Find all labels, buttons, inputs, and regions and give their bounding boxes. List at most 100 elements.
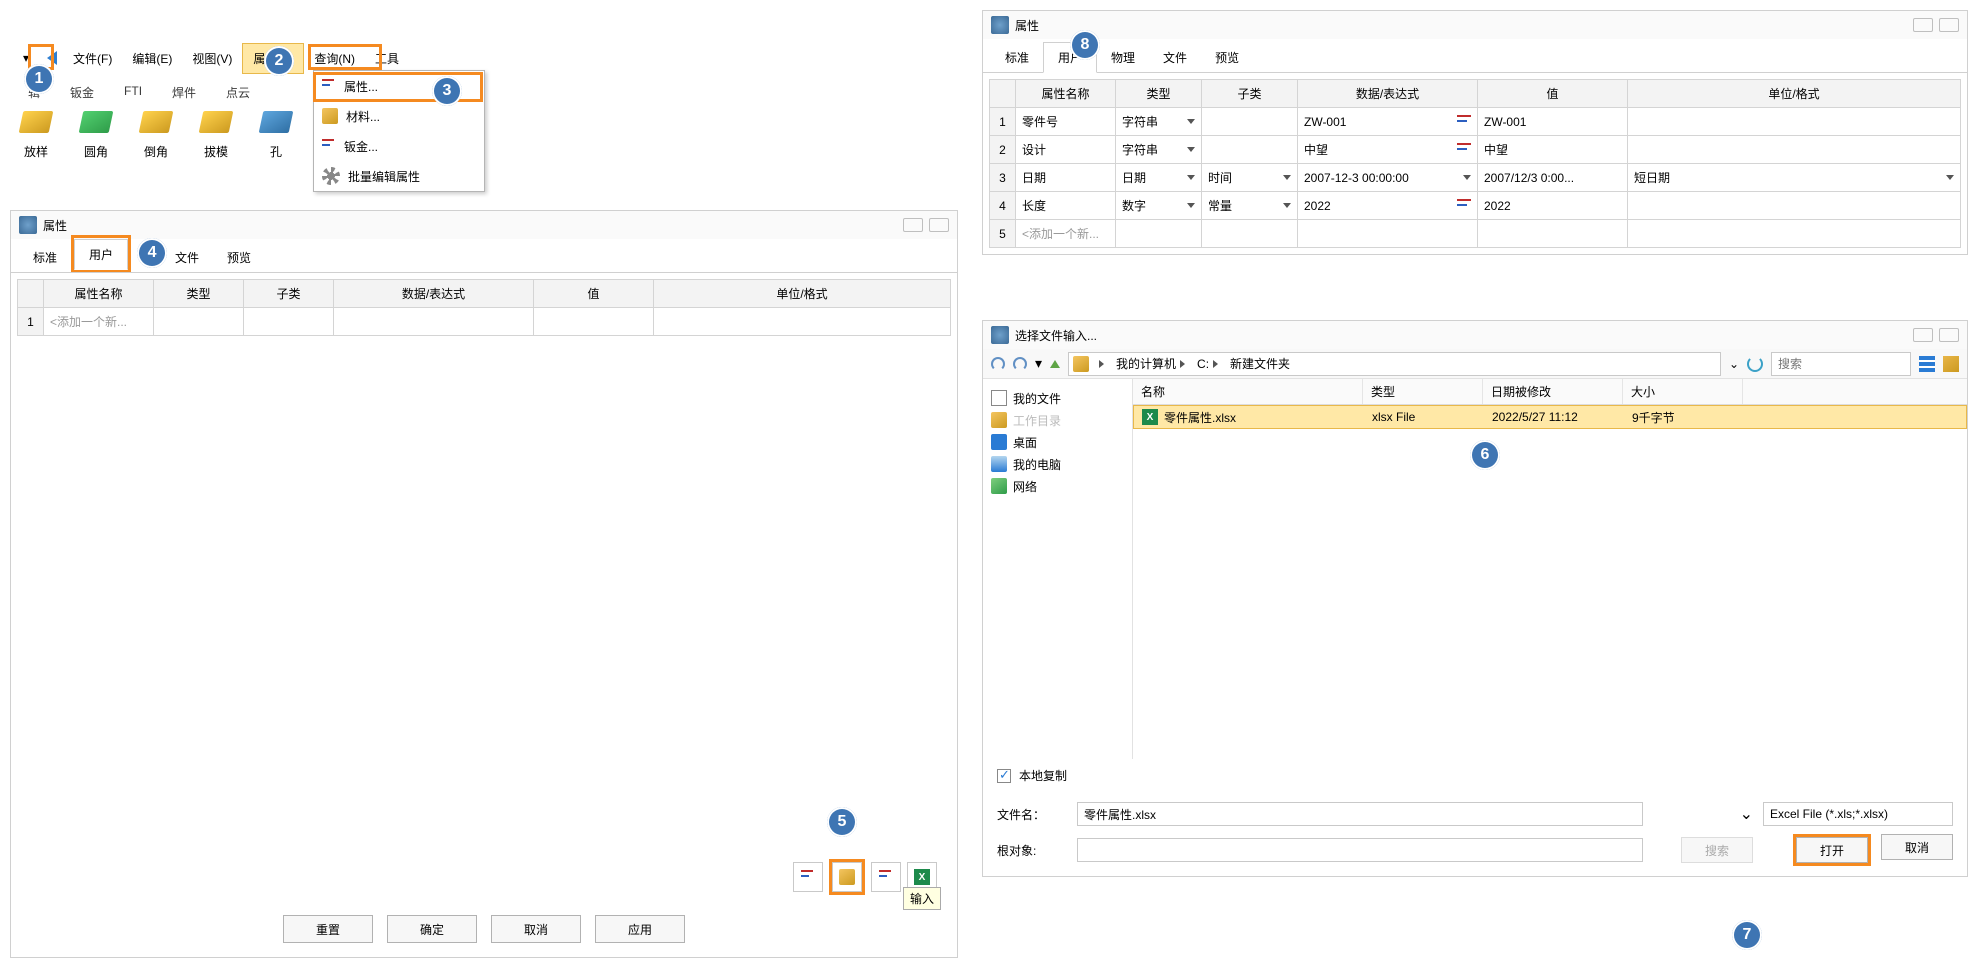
file-row[interactable]: 零件属性.xlsx xlsx File 2022/5/27 11:12 9千字节 bbox=[1133, 405, 1967, 429]
attr-side-btn-1[interactable] bbox=[793, 862, 823, 892]
restore-button[interactable] bbox=[1913, 18, 1933, 32]
filename-label: 文件名： bbox=[997, 806, 1067, 823]
menu-file[interactable]: 文件(F) bbox=[63, 44, 122, 73]
tree-item-desktop[interactable]: 桌面 bbox=[991, 431, 1124, 453]
dialog-title: 选择文件输入... bbox=[1015, 327, 1097, 344]
local-copy-label: 本地复制 bbox=[1019, 767, 1067, 784]
chevron-down-icon[interactable] bbox=[1463, 175, 1471, 180]
fx-icon[interactable] bbox=[1457, 143, 1471, 157]
submenu-item-sheetmetal[interactable]: 钣金... bbox=[314, 131, 484, 161]
tab-phys[interactable]: 物理 bbox=[1097, 43, 1149, 72]
tool-fillet[interactable]: 圆角 bbox=[70, 105, 122, 160]
palette-icon-2 bbox=[879, 870, 893, 884]
up-arrow-icon[interactable] bbox=[1050, 360, 1060, 368]
tab-preview[interactable]: 预览 bbox=[213, 243, 265, 272]
toolbar-tab-cloud[interactable]: 点云 bbox=[216, 80, 260, 105]
callout-1: 1 bbox=[24, 64, 54, 94]
callout-8: 8 bbox=[1070, 30, 1100, 60]
tab-user[interactable]: 用户 bbox=[74, 239, 128, 270]
chevron-down-icon[interactable]: ⌄ bbox=[1740, 804, 1753, 824]
submenu-item-batch[interactable]: 批量编辑属性 bbox=[314, 161, 484, 191]
chevron-down-icon[interactable] bbox=[1946, 175, 1954, 180]
menu-edit[interactable]: 编辑(E) bbox=[122, 44, 182, 73]
callout-7: 7 bbox=[1732, 920, 1762, 950]
redo-icon[interactable] bbox=[1013, 357, 1027, 371]
chevron-down-icon[interactable] bbox=[1187, 203, 1195, 208]
chevron-down-icon[interactable] bbox=[1187, 119, 1195, 124]
local-copy-checkbox[interactable] bbox=[997, 769, 1011, 783]
chevron-down-icon[interactable] bbox=[1187, 147, 1195, 152]
add-new-attr[interactable]: <添加一个新... bbox=[1016, 220, 1116, 248]
restore-button[interactable] bbox=[903, 218, 923, 232]
fx-icon[interactable] bbox=[1457, 115, 1471, 129]
table-row: 2 设计 字符串 中望 中望 bbox=[990, 136, 1961, 164]
search-input[interactable] bbox=[1771, 352, 1911, 376]
chevron-down-icon[interactable] bbox=[1283, 175, 1291, 180]
open-button[interactable]: 打开 bbox=[1796, 837, 1868, 863]
dialog-icon bbox=[19, 216, 37, 234]
refresh-icon[interactable] bbox=[1747, 356, 1763, 372]
chevron-down-icon[interactable] bbox=[1187, 175, 1195, 180]
material-icon bbox=[322, 108, 338, 124]
callout-6: 6 bbox=[1470, 440, 1500, 470]
tool-chamfer[interactable]: 倒角 bbox=[130, 105, 182, 160]
tab-file[interactable]: 文件 bbox=[1149, 43, 1201, 72]
restore-button[interactable] bbox=[1913, 328, 1933, 342]
reset-button[interactable]: 重置 bbox=[283, 915, 373, 943]
doc-icon bbox=[991, 390, 1007, 406]
tree-item-mydocs[interactable]: 我的文件 bbox=[991, 387, 1124, 409]
callout-3: 3 bbox=[432, 76, 462, 106]
folder-tree: 我的文件 工作目录 桌面 我的电脑 网络 bbox=[983, 379, 1133, 759]
open-folder-icon bbox=[839, 869, 855, 885]
root-label: 根对象: bbox=[997, 842, 1067, 859]
dialog-title: 属性 bbox=[43, 217, 67, 234]
dialog-icon bbox=[991, 16, 1009, 34]
breadcrumb[interactable]: 我的计算机 C: 新建文件夹 bbox=[1068, 352, 1721, 376]
tool-draft[interactable]: 拔模 bbox=[190, 105, 242, 160]
close-button[interactable] bbox=[1939, 18, 1959, 32]
toolbar-tab-fti[interactable]: FTI bbox=[114, 80, 152, 105]
callout-4: 4 bbox=[137, 238, 167, 268]
tab-std[interactable]: 标准 bbox=[19, 243, 71, 272]
menu-view[interactable]: 视图(V) bbox=[182, 44, 242, 73]
attr-import-button[interactable] bbox=[832, 862, 862, 892]
chevron-down-icon[interactable] bbox=[1283, 203, 1291, 208]
cancel-button[interactable]: 取消 bbox=[1881, 834, 1953, 860]
ok-button[interactable]: 确定 bbox=[387, 915, 477, 943]
batch-icon bbox=[322, 167, 340, 185]
toolbar-tab-sheet[interactable]: 钣金 bbox=[60, 80, 104, 105]
root-input[interactable] bbox=[1077, 838, 1643, 862]
fx-icon[interactable] bbox=[1457, 199, 1471, 213]
close-button[interactable] bbox=[929, 218, 949, 232]
callout-2: 2 bbox=[264, 46, 294, 76]
filename-input[interactable] bbox=[1077, 802, 1643, 826]
sheetmetal-icon bbox=[322, 139, 336, 153]
attr-side-btn-3[interactable] bbox=[871, 862, 901, 892]
submenu-item-material[interactable]: 材料... bbox=[314, 101, 484, 131]
toolbar-tab-weld[interactable]: 焊件 bbox=[162, 80, 206, 105]
apply-button[interactable]: 应用 bbox=[595, 915, 685, 943]
view-grid-icon[interactable] bbox=[1919, 356, 1935, 372]
pc-icon bbox=[991, 456, 1007, 472]
tab-file[interactable]: 文件 bbox=[161, 243, 213, 272]
attr-table-a: 属性名称 类型 子类 数据/表达式 值 单位/格式 1 <添加一个新... bbox=[17, 279, 951, 336]
folder-icon bbox=[991, 412, 1007, 428]
chevron-down-icon[interactable]: ▾ bbox=[1035, 355, 1042, 372]
chevron-down-icon[interactable]: ⌄ bbox=[1729, 357, 1739, 371]
folder-icon bbox=[1073, 356, 1089, 372]
tab-std[interactable]: 标准 bbox=[991, 43, 1043, 72]
undo-icon[interactable] bbox=[991, 357, 1005, 371]
tree-item-network[interactable]: 网络 bbox=[991, 475, 1124, 497]
tree-item-mypc[interactable]: 我的电脑 bbox=[991, 453, 1124, 475]
tool-hole[interactable]: 孔 bbox=[250, 105, 302, 160]
add-new-attr[interactable]: <添加一个新... bbox=[44, 308, 154, 336]
close-button[interactable] bbox=[1939, 328, 1959, 342]
dialog-icon bbox=[991, 326, 1009, 344]
dialog-title: 属性 bbox=[1015, 17, 1039, 34]
filter-combo[interactable]: Excel File (*.xls;*.xlsx) bbox=[1763, 802, 1953, 826]
tab-preview[interactable]: 预览 bbox=[1201, 43, 1253, 72]
tool-loft[interactable]: 放样 bbox=[10, 105, 62, 160]
attr-table-b: 属性名称 类型 子类 数据/表达式 值 单位/格式 1 零件号 字符串 ZW-0… bbox=[989, 79, 1961, 248]
cancel-button[interactable]: 取消 bbox=[491, 915, 581, 943]
view-cube-icon[interactable] bbox=[1943, 356, 1959, 372]
